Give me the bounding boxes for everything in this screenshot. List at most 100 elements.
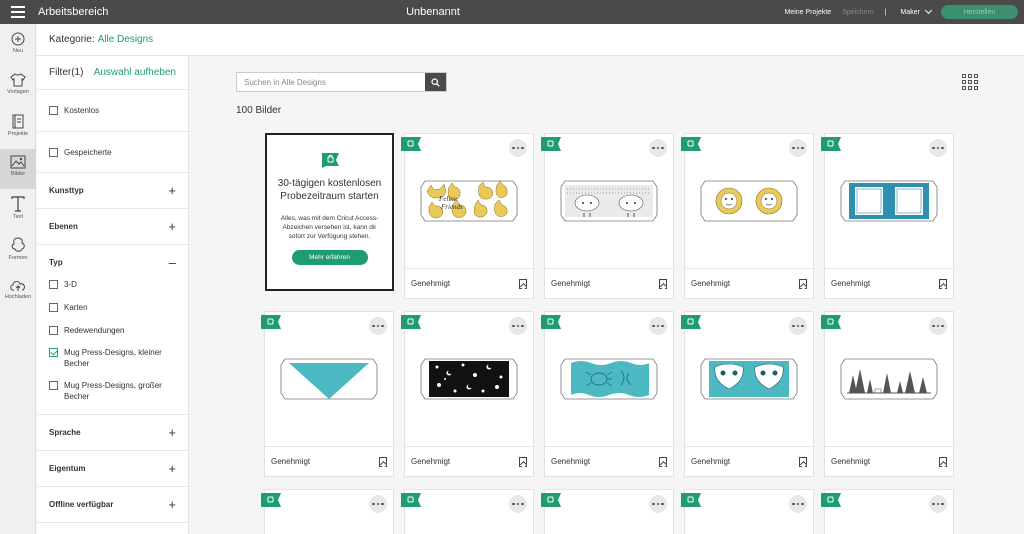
category-value[interactable]: Alle Designs — [98, 34, 154, 45]
section-title: Eigentum — [49, 464, 86, 473]
bookmark-icon[interactable] — [379, 456, 387, 467]
filter-free[interactable]: Kostenlos — [37, 90, 188, 132]
more-options-button[interactable] — [789, 139, 807, 157]
image-card[interactable]: Genehmigt — [541, 311, 674, 477]
bookmark-icon[interactable] — [939, 456, 947, 467]
more-options-button[interactable] — [509, 495, 527, 513]
access-badge-icon — [541, 315, 561, 329]
more-options-button[interactable] — [929, 317, 947, 335]
image-card[interactable]: Genehmigt — [401, 311, 534, 477]
card-status: Genehmigt — [551, 279, 591, 288]
more-options-button[interactable] — [649, 495, 667, 513]
type-option[interactable]: Mug Press-Designs, kleiner Becher — [37, 347, 188, 369]
clear-filters-link[interactable]: Auswahl aufheben — [94, 67, 176, 78]
checkbox[interactable] — [49, 303, 58, 312]
card-status: Genehmigt — [691, 457, 731, 466]
image-card[interactable]: Genehmigt — [681, 133, 814, 299]
rail-item-templates[interactable]: Vorlagen — [0, 67, 36, 107]
rail-item-shapes[interactable]: Formen — [0, 231, 36, 271]
section-title: Sprache — [49, 428, 81, 437]
save-link[interactable]: Speichern — [842, 9, 874, 16]
image-card[interactable] — [681, 489, 814, 534]
card-status: Genehmigt — [411, 279, 451, 288]
filter-saved[interactable]: Gespeicherte — [37, 132, 188, 173]
checkbox-checked[interactable] — [49, 348, 58, 357]
make-button[interactable]: Herstellen — [941, 5, 1018, 19]
checkbox[interactable] — [49, 280, 58, 289]
image-card[interactable]: Genehmigt — [261, 311, 394, 477]
bookmark-icon[interactable] — [799, 456, 807, 467]
plus-circle-icon — [11, 32, 25, 46]
type-option-label: Mug Press-Designs, kleiner Becher — [64, 348, 162, 368]
search-input[interactable] — [237, 73, 425, 91]
type-option[interactable]: Mug Press-Designs, großer Becher — [37, 380, 188, 410]
bookmark-icon[interactable] — [519, 456, 527, 467]
more-options-button[interactable] — [369, 495, 387, 513]
more-options-button[interactable] — [929, 495, 947, 513]
image-card[interactable] — [821, 489, 954, 534]
more-options-button[interactable] — [789, 317, 807, 335]
search-button[interactable] — [425, 73, 446, 91]
checkbox[interactable] — [49, 106, 58, 115]
more-options-button[interactable] — [509, 317, 527, 335]
type-option-label: Mug Press-Designs, großer Becher — [64, 381, 162, 401]
image-card[interactable]: Genehmigt — [821, 133, 954, 299]
bookmark-icon[interactable] — [659, 278, 667, 289]
rail-item-projects[interactable]: Projekte — [0, 108, 36, 148]
filter-section-ownership[interactable]: Eigentum + — [37, 451, 188, 487]
card-status: Genehmigt — [551, 457, 591, 466]
filter-title: Filter(1) — [49, 67, 84, 78]
image-card[interactable]: Feline Friends Genehmigt — [401, 133, 534, 299]
rail-label-projects: Projekte — [7, 131, 29, 137]
type-option[interactable]: 3-D — [37, 279, 188, 290]
more-options-button[interactable] — [509, 139, 527, 157]
more-options-button[interactable] — [369, 317, 387, 335]
checkbox[interactable] — [49, 381, 58, 390]
checkbox[interactable] — [49, 147, 58, 157]
turtle-design-image — [560, 358, 658, 399]
rail-item-text[interactable]: Text — [0, 190, 36, 230]
grid-view-icon[interactable] — [962, 74, 978, 90]
rail-label-images: Bilder — [10, 171, 26, 177]
checkbox[interactable] — [49, 326, 58, 335]
filter-section-offline[interactable]: Offline verfügbar + — [37, 487, 188, 523]
promo-body: Alles, was mit dem Cricut Access-Abzeich… — [280, 215, 379, 240]
image-card[interactable] — [401, 489, 534, 534]
document-title: Unbenannt — [406, 6, 460, 18]
type-option[interactable]: Redewendungen — [37, 325, 188, 336]
filter-section-type[interactable]: Typ – — [37, 245, 188, 279]
bookmark-icon[interactable] — [659, 456, 667, 467]
bookmark-icon[interactable] — [939, 278, 947, 289]
card-footer: Genehmigt — [405, 446, 533, 476]
rail-item-new[interactable]: Neu — [0, 26, 36, 66]
owls-design-image — [700, 358, 798, 399]
filter-section-arttype[interactable]: Kunsttyp + — [37, 173, 188, 209]
image-card[interactable] — [261, 489, 394, 534]
more-options-button[interactable] — [649, 317, 667, 335]
more-options-button[interactable] — [929, 139, 947, 157]
rail-item-images[interactable]: Bilder — [0, 149, 36, 189]
bookmark-icon[interactable] — [799, 278, 807, 289]
section-title: Ebenen — [49, 222, 78, 231]
more-options-button[interactable] — [789, 495, 807, 513]
my-projects-link[interactable]: Meine Projekte — [784, 9, 831, 16]
rail-item-upload[interactable]: Hochladen — [0, 272, 36, 312]
menu-icon[interactable] — [0, 0, 36, 24]
filter-section-language[interactable]: Sprache + — [37, 415, 188, 451]
card-footer: Genehmigt — [685, 446, 813, 476]
image-card[interactable]: Genehmigt — [821, 311, 954, 477]
filter-free-label: Kostenlos — [64, 106, 100, 115]
top-bar: Arbeitsbereich Unbenannt Meine Projekte … — [0, 0, 1024, 24]
more-options-button[interactable] — [649, 139, 667, 157]
card-status: Genehmigt — [831, 279, 871, 288]
machine-label: Maker — [900, 8, 920, 16]
triangle-design-image — [280, 358, 378, 399]
machine-select[interactable]: Maker — [900, 6, 933, 16]
image-card[interactable]: Genehmigt — [681, 311, 814, 477]
learn-more-button[interactable]: Mehr erfahren — [291, 250, 368, 265]
bookmark-icon[interactable] — [519, 278, 527, 289]
type-option[interactable]: Karten — [37, 302, 188, 313]
filter-section-layers[interactable]: Ebenen + — [37, 209, 188, 245]
image-card[interactable]: Genehmigt — [541, 133, 674, 299]
image-card[interactable] — [541, 489, 674, 534]
